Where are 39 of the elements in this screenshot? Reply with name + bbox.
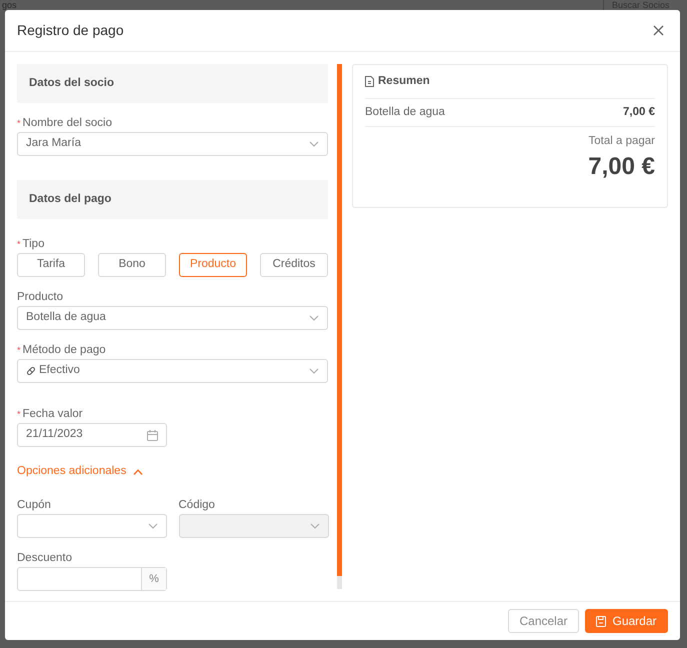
field-label: Descuento (17, 551, 73, 566)
chevron-down-icon (148, 523, 158, 530)
field-label: * Nombre del socio (17, 116, 113, 130)
chevron-down-icon (309, 141, 319, 147)
scrollbar[interactable] (337, 64, 342, 589)
chevron-down-icon (309, 315, 319, 321)
select-field[interactable]: Botella de agua (17, 306, 328, 330)
summary-title: Resumen (378, 74, 430, 89)
date-field[interactable]: 21/11/2023 (17, 423, 167, 447)
field-label: * Método de pago (17, 343, 107, 357)
percent-suffix: % (141, 568, 166, 590)
section-title: Datos del pago (29, 192, 112, 207)
type-option[interactable]: Créditos (260, 253, 328, 277)
section-title: Datos del socio (29, 76, 114, 91)
item-amount: 7,00 € (623, 104, 655, 120)
item-name: Botella de agua (365, 104, 445, 120)
document-icon (365, 76, 374, 87)
chevron-down-icon (310, 523, 320, 530)
field-label: Código (178, 498, 216, 512)
discount-field[interactable]: % (17, 567, 167, 592)
field-label: * Fecha valor (17, 407, 84, 421)
select-field[interactable]: Jara María (17, 132, 328, 156)
field-label: * Tipo (17, 237, 46, 251)
chevron-down-icon (309, 368, 319, 374)
close-icon[interactable] (653, 25, 664, 36)
type-option[interactable]: Tarifa (17, 253, 85, 277)
select-field[interactable]: Efectivo (17, 359, 328, 383)
dialog-title: Registro de pago (17, 21, 124, 40)
calendar-icon (147, 430, 158, 440)
pill-icon (26, 366, 36, 376)
save-icon (596, 616, 606, 626)
chevron-up-icon (133, 468, 144, 475)
field-label: Producto (17, 290, 64, 304)
total-label: Total a pagar (588, 134, 655, 149)
type-option[interactable]: Bono (98, 253, 166, 277)
select-field[interactable] (17, 514, 167, 538)
total-amount: 7,00 € (588, 152, 655, 182)
cancel-button[interactable]: Cancelar (508, 609, 579, 633)
field-label: Cupón (17, 498, 52, 512)
